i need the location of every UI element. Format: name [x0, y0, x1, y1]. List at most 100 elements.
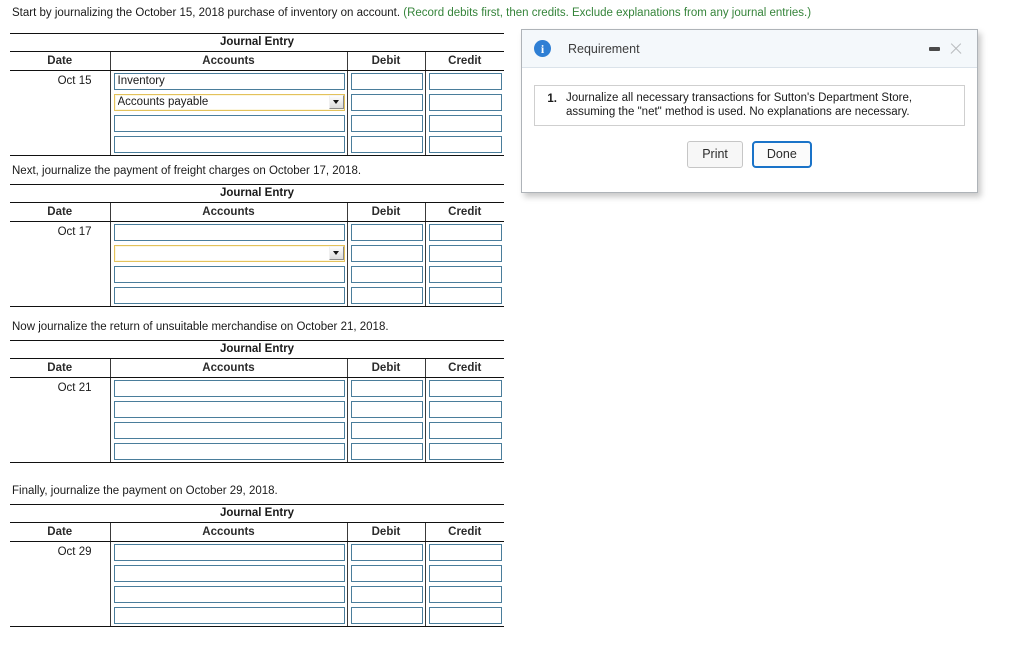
accounts-cell [110, 221, 348, 243]
credit-input[interactable] [428, 400, 503, 418]
account-input[interactable] [113, 421, 345, 439]
account-input[interactable] [113, 135, 345, 153]
debit-input[interactable] [350, 585, 423, 603]
close-button[interactable] [945, 38, 967, 60]
accounts-cell [110, 419, 348, 441]
column-header-accounts: Accounts [110, 51, 348, 71]
credit-input[interactable] [428, 379, 503, 397]
debit-cell [347, 112, 426, 134]
journal-section: Now journalize the return of unsuitable … [10, 320, 510, 463]
account-input[interactable] [113, 286, 345, 304]
column-header-date: Date [10, 202, 111, 222]
credit-input[interactable] [428, 93, 503, 111]
account-input[interactable] [113, 585, 345, 603]
table-row [10, 284, 504, 306]
requirement-text: Journalize all necessary transactions fo… [566, 92, 913, 118]
intro-note: (Record debits first, then credits. Excl… [403, 7, 812, 19]
debit-input[interactable] [350, 265, 423, 283]
column-header-date: Date [10, 358, 111, 378]
credit-cell [425, 441, 504, 462]
table-bottom-rule [10, 154, 505, 156]
debit-input[interactable] [350, 442, 423, 460]
credit-cell [425, 71, 504, 92]
debit-input[interactable] [350, 564, 423, 582]
credit-cell [425, 113, 504, 134]
credit-cell [425, 378, 504, 399]
date-cell [10, 91, 111, 113]
bottom-rule-cell [425, 625, 505, 627]
date-cell [10, 242, 111, 264]
account-input[interactable] [113, 564, 345, 582]
debit-input[interactable] [350, 543, 423, 561]
debit-input[interactable] [350, 421, 423, 439]
credit-input[interactable] [428, 114, 503, 132]
close-icon [949, 42, 963, 56]
account-input[interactable] [113, 265, 345, 283]
debit-input[interactable] [350, 606, 423, 624]
debit-cell [347, 70, 426, 92]
account-input[interactable] [113, 442, 345, 460]
account-input[interactable] [113, 543, 345, 561]
credit-input[interactable] [428, 223, 503, 241]
date-cell [10, 440, 111, 462]
account-select[interactable]: Accounts payable [113, 93, 345, 111]
section-label: Finally, journalize the payment on Octob… [12, 485, 278, 497]
account-select[interactable] [113, 244, 345, 262]
debit-input[interactable] [350, 72, 423, 90]
debit-input[interactable] [350, 400, 423, 418]
credit-input[interactable] [428, 564, 503, 582]
debit-input[interactable] [350, 93, 423, 111]
accounts-cell [110, 583, 348, 605]
bottom-rule-cell [110, 461, 348, 463]
accounts-cell [110, 604, 348, 626]
bottom-rule-cell [110, 154, 348, 156]
date-cell [10, 284, 111, 306]
account-input[interactable] [113, 223, 345, 241]
credit-input[interactable] [428, 265, 503, 283]
debit-input[interactable] [350, 135, 423, 153]
debit-cell [347, 583, 426, 605]
credit-cell [425, 92, 504, 113]
debit-cell [347, 419, 426, 441]
journal-entry-table: Journal Entry Date Accounts Debit Credit Oct … [10, 184, 505, 307]
table-row [10, 133, 504, 155]
column-header-credit: Credit [425, 202, 505, 222]
chevron-down-icon[interactable] [328, 94, 344, 109]
print-button[interactable]: Print [687, 141, 743, 168]
table-bottom-rule [10, 305, 505, 307]
debit-input[interactable] [350, 244, 423, 262]
journal-entry-title: Journal Entry [10, 340, 505, 359]
account-input[interactable] [113, 379, 345, 397]
journal-entry-title: Journal Entry [10, 33, 505, 52]
account-input[interactable] [113, 400, 345, 418]
credit-input[interactable] [428, 286, 503, 304]
credit-input[interactable] [428, 72, 503, 90]
credit-input[interactable] [428, 135, 503, 153]
bottom-rule-cell [347, 154, 426, 156]
debit-input[interactable] [350, 379, 423, 397]
column-header-debit: Debit [347, 522, 426, 542]
date-cell [10, 112, 111, 134]
credit-cell [425, 420, 504, 441]
account-input[interactable] [113, 114, 345, 132]
credit-input[interactable] [428, 421, 503, 439]
credit-input[interactable] [428, 585, 503, 603]
account-input[interactable] [113, 606, 345, 624]
table-bottom-rule [10, 461, 505, 463]
credit-input[interactable] [428, 244, 503, 262]
debit-input[interactable] [350, 286, 423, 304]
journal-entry-title: Journal Entry [10, 504, 505, 523]
done-button[interactable]: Done [751, 141, 812, 168]
chevron-down-icon[interactable] [328, 245, 344, 260]
credit-input[interactable] [428, 543, 503, 561]
account-input[interactable] [113, 72, 345, 90]
date-cell: Oct 29 [10, 541, 111, 563]
debit-input[interactable] [350, 223, 423, 241]
credit-input[interactable] [428, 606, 503, 624]
table-row: Accounts payable [10, 91, 504, 113]
debit-input[interactable] [350, 114, 423, 132]
date-cell: Oct 15 [10, 70, 111, 92]
bottom-rule-cell [425, 154, 505, 156]
minimize-button[interactable] [923, 38, 945, 60]
credit-input[interactable] [428, 442, 503, 460]
